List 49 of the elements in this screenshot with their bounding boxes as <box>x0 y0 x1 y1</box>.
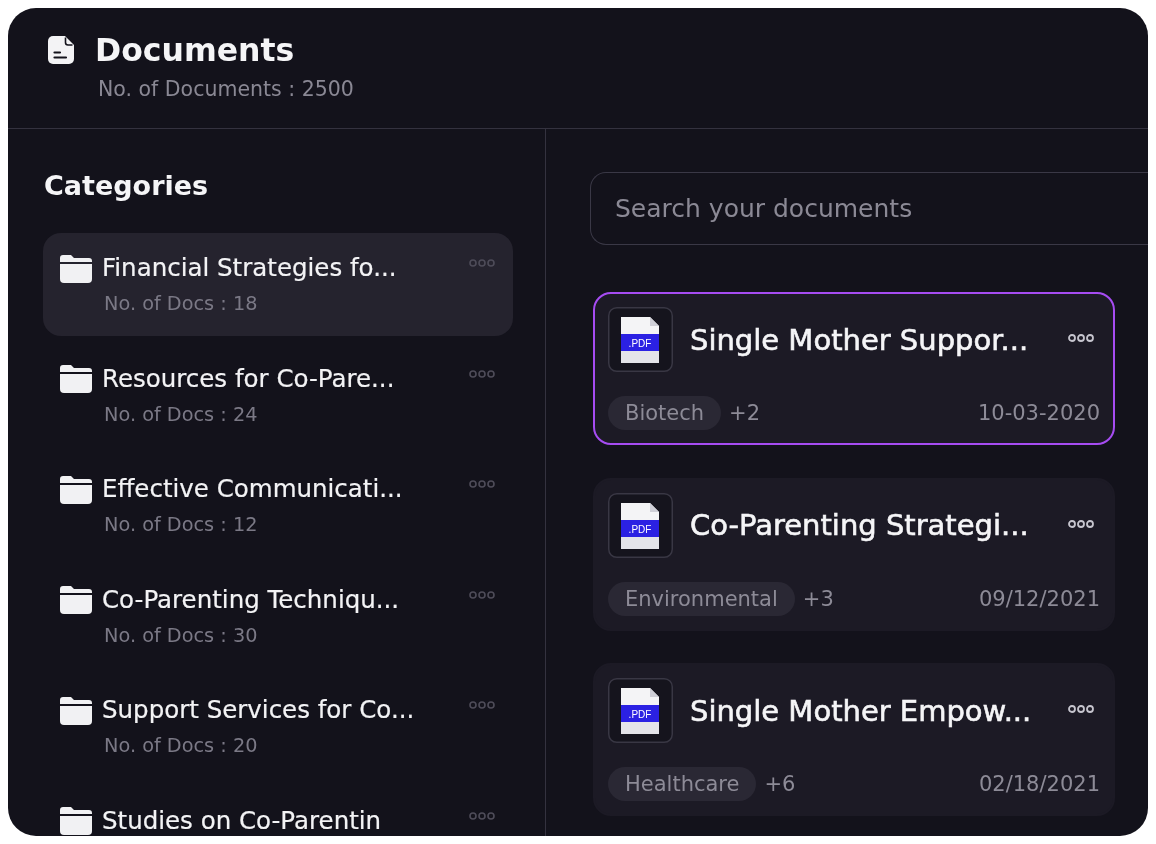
page-title: Documents <box>95 31 295 70</box>
document-count: No. of Docs : 20 <box>104 733 259 759</box>
category-name: Resources for Co-Pare... <box>102 363 396 394</box>
category-item[interactable]: Resources for Co-Pare... No. of Docs : 24 <box>43 343 513 447</box>
category-item[interactable]: Financial Strategies fo... No. of Docs : 18 <box>43 233 513 336</box>
document-date: 09/12/2021 <box>978 585 1100 613</box>
document-icon <box>48 36 74 64</box>
category-item[interactable]: Effective Communicati... No. of Docs : 12 <box>43 454 513 557</box>
document-count: No. of Docs : 12 <box>104 512 259 538</box>
folder-icon <box>60 253 92 283</box>
document-count: No. of Docs : 18 <box>104 291 259 317</box>
document-title: Single Mother Suppor... <box>690 321 1030 358</box>
document-count: No. of Docs : 24 <box>104 401 259 428</box>
more-icon[interactable] <box>1068 705 1094 713</box>
document-title: Single Mother Empow... <box>690 692 1033 729</box>
category-item[interactable]: Support Services for Co... No. of Docs : 20 <box>43 675 513 778</box>
more-tags-count: +3 <box>802 585 834 613</box>
folder-icon <box>60 585 92 614</box>
folder-icon <box>60 364 92 393</box>
folder-icon <box>60 695 92 725</box>
folder-icon <box>60 474 92 504</box>
pdf-file-icon: .PDF <box>608 678 673 743</box>
document-card[interactable]: .PDF Co-Parenting Strategi... Environmental +3 09/12/2021 <box>593 477 1115 631</box>
more-tags-count: +2 <box>729 400 761 427</box>
more-icon[interactable] <box>1068 334 1094 342</box>
category-name: Effective Communicati... <box>102 474 404 504</box>
document-count: No. of Docs : 30 <box>104 622 259 649</box>
document-title: Co-Parenting Strategi... <box>690 507 1030 543</box>
category-item[interactable]: Studies on Co-Parentin <box>43 785 513 836</box>
document-count: No. of Documents : 2500 <box>98 76 354 102</box>
document-date: 02/18/2021 <box>978 771 1100 798</box>
category-item[interactable]: Co-Parenting Techniqu... No. of Docs : 30 <box>43 564 513 668</box>
more-icon[interactable] <box>1068 519 1094 528</box>
category-tag: Healthcare <box>608 767 757 801</box>
category-tag: Biotech <box>608 396 722 430</box>
more-tags-count: +6 <box>764 771 796 798</box>
pdf-file-icon: .PDF <box>608 307 673 372</box>
pdf-file-icon: .PDF <box>608 492 673 558</box>
search-field[interactable]: Search your documents <box>590 172 1148 245</box>
document-card[interactable]: .PDF Single Mother Suppor... Biotech +2 10-03-2020 <box>593 292 1115 445</box>
document-card[interactable]: .PDF Single Mother Empow... Healthcare +6 02/18/2021 <box>593 663 1115 816</box>
folder-icon <box>60 806 92 835</box>
category-name: Support Services for Co... <box>102 695 416 725</box>
categories-heading: Categories <box>44 169 209 203</box>
category-tag: Environmental <box>608 581 795 616</box>
category-name: Co-Parenting Techniqu... <box>102 584 401 615</box>
category-name: Studies on Co-Parentin <box>102 805 383 836</box>
document-date: 10-03-2020 <box>977 400 1100 427</box>
category-name: Financial Strategies fo... <box>102 253 398 283</box>
